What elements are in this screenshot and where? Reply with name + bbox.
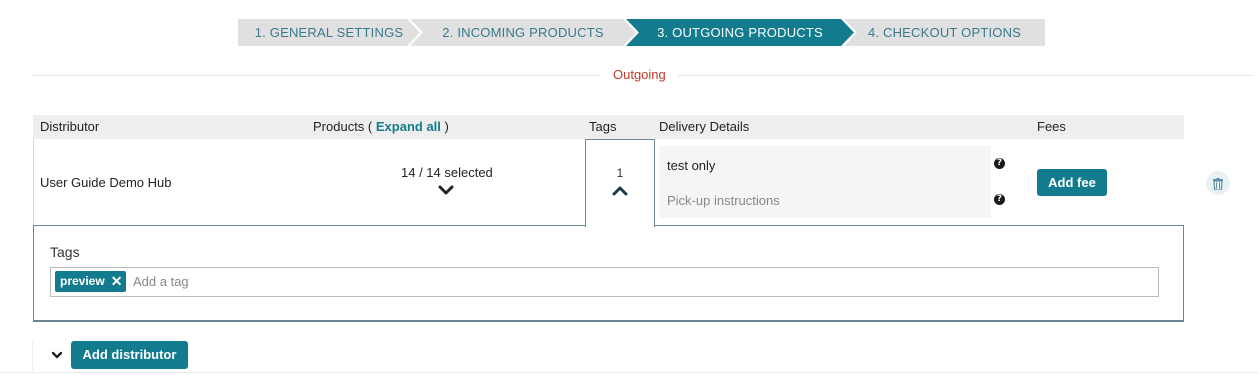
header-products-label: Products ( <box>313 119 373 134</box>
chevron-up-icon <box>612 184 628 202</box>
products-selected: 14 / 14 selected <box>401 165 493 180</box>
remove-tag-icon[interactable]: ✕ <box>111 271 123 292</box>
tags-count: 1 <box>616 166 624 180</box>
tag-chip-label: preview <box>60 274 105 288</box>
step-checkout-options[interactable]: 4. CHECKOUT OPTIONS <box>844 19 1045 46</box>
header-tags: Tags <box>589 119 617 134</box>
help-icon[interactable]: ? <box>994 194 1005 205</box>
expand-all-link[interactable]: Expand all <box>376 119 441 134</box>
section-title: Outgoing <box>601 67 678 82</box>
header-products-close: ) <box>444 119 449 134</box>
trash-icon <box>1213 177 1223 195</box>
chevron-down-icon[interactable] <box>51 347 63 365</box>
header-products: Products ( Expand all ) <box>313 115 449 139</box>
tags-toggle[interactable]: 1 <box>585 139 655 227</box>
step-outgoing-products[interactable]: 3. OUTGOING PRODUCTS <box>626 19 854 46</box>
tags-panel: Tags preview ✕ Add a tag <box>33 225 1184 322</box>
tag-input[interactable]: preview ✕ Add a tag <box>50 267 1159 297</box>
header-fees: Fees <box>1037 119 1066 134</box>
pickup-instructions-input[interactable]: Pick-up instructions <box>667 193 780 208</box>
header-delivery: Delivery Details <box>659 119 750 134</box>
tags-label: Tags <box>50 244 80 260</box>
delete-row-button[interactable] <box>1206 171 1230 195</box>
products-chevron-down-icon[interactable] <box>438 184 454 199</box>
distributor-name: User Guide Demo Hub <box>40 175 172 190</box>
bottom-rule <box>0 372 1258 373</box>
step-general-settings[interactable]: 1. GENERAL SETTINGS <box>238 19 420 46</box>
header-distributor: Distributor <box>40 119 100 134</box>
footer-rule <box>32 341 33 371</box>
help-icon[interactable]: ? <box>994 158 1005 169</box>
row-border <box>33 139 34 225</box>
panel-border <box>34 225 586 226</box>
panel-border <box>33 320 1184 322</box>
add-fee-button[interactable]: Add fee <box>1037 169 1107 196</box>
step-incoming-products[interactable]: 2. INCOMING PRODUCTS <box>410 19 636 46</box>
delivery-note[interactable]: test only <box>667 158 715 173</box>
wizard-steps: 1. GENERAL SETTINGS 2. INCOMING PRODUCTS… <box>238 19 1045 46</box>
panel-border <box>655 225 1183 226</box>
delivery-details[interactable]: test only Pick-up instructions <box>659 146 991 218</box>
tag-chip: preview ✕ <box>55 271 127 292</box>
tag-input-placeholder[interactable]: Add a tag <box>133 274 189 289</box>
add-distributor-button[interactable]: Add distributor <box>71 341 188 369</box>
table-header: Distributor Products ( Expand all ) Tags… <box>33 115 1184 139</box>
